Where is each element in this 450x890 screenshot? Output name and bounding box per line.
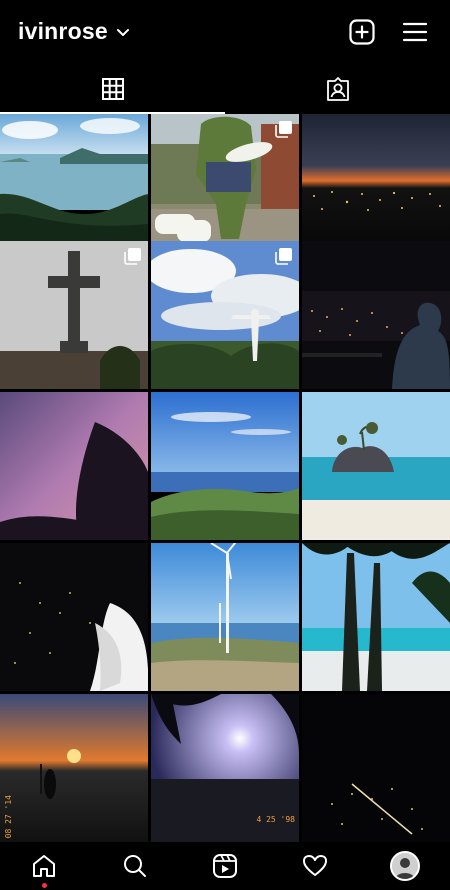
carousel-icon [275,248,292,265]
nav-reels[interactable] [207,848,243,884]
post-thumbnail[interactable] [302,694,450,842]
dusk-city-lights-photo [302,114,450,262]
city-lights-airplane-photo [302,694,450,842]
nav-search[interactable] [117,848,153,884]
posts-grid: 08 27 '14 4 25 '98 [0,114,450,842]
post-thumbnail[interactable] [302,392,450,540]
post-thumbnail[interactable] [302,241,450,389]
palm-beach-photo [302,543,450,691]
heart-icon [303,855,327,876]
post-thumbnail[interactable] [302,114,450,262]
purple-sunset-photo [0,392,148,540]
reels-icon [213,854,237,878]
bottom-navigation [0,842,450,890]
tagged-person-icon [326,77,349,101]
avatar-image [392,853,418,879]
carousel-icon [275,121,292,138]
airplane-window-night-photo [0,543,148,691]
nav-profile[interactable] [387,848,423,884]
nav-activity[interactable] [297,848,333,884]
wind-turbine-photo [151,543,299,691]
post-thumbnail[interactable] [151,543,299,691]
photo-date-stamp: 08 27 '14 [4,794,13,838]
post-thumbnail[interactable] [302,543,450,691]
search-icon [124,855,146,877]
post-thumbnail[interactable] [0,543,148,691]
profile-tabs [0,64,450,114]
username-label: ivinrose [18,18,108,44]
carousel-icon [124,248,141,265]
hamburger-menu-icon[interactable] [401,18,429,46]
chevron-down-icon [116,28,129,36]
post-thumbnail[interactable] [151,114,299,262]
profile-header: ivinrose [0,0,450,64]
tab-posts[interactable] [0,64,225,114]
plus-square-icon[interactable] [348,18,376,46]
home-icon [33,855,55,877]
grid-icon [101,78,124,100]
photo-date-stamp: 4 25 '98 [256,815,295,824]
nav-home[interactable] [26,848,62,884]
sunset-sea-photo [0,694,148,842]
lake-view-photo [0,114,148,262]
green-hills-sea-photo [151,392,299,540]
notification-dot [42,883,47,888]
account-switcher[interactable]: ivinrose [18,18,130,45]
profile-avatar [390,851,420,881]
post-thumbnail[interactable] [0,114,148,262]
post-thumbnail[interactable]: 08 27 '14 [0,694,148,842]
rock-islet-beach-photo [302,392,450,540]
post-thumbnail[interactable]: 4 25 '98 [151,694,299,842]
night-city-person-photo [302,241,450,389]
post-thumbnail[interactable] [151,392,299,540]
post-thumbnail[interactable] [151,241,299,389]
post-thumbnail[interactable] [0,241,148,389]
tab-tagged[interactable] [225,64,450,114]
post-thumbnail[interactable] [0,392,148,540]
